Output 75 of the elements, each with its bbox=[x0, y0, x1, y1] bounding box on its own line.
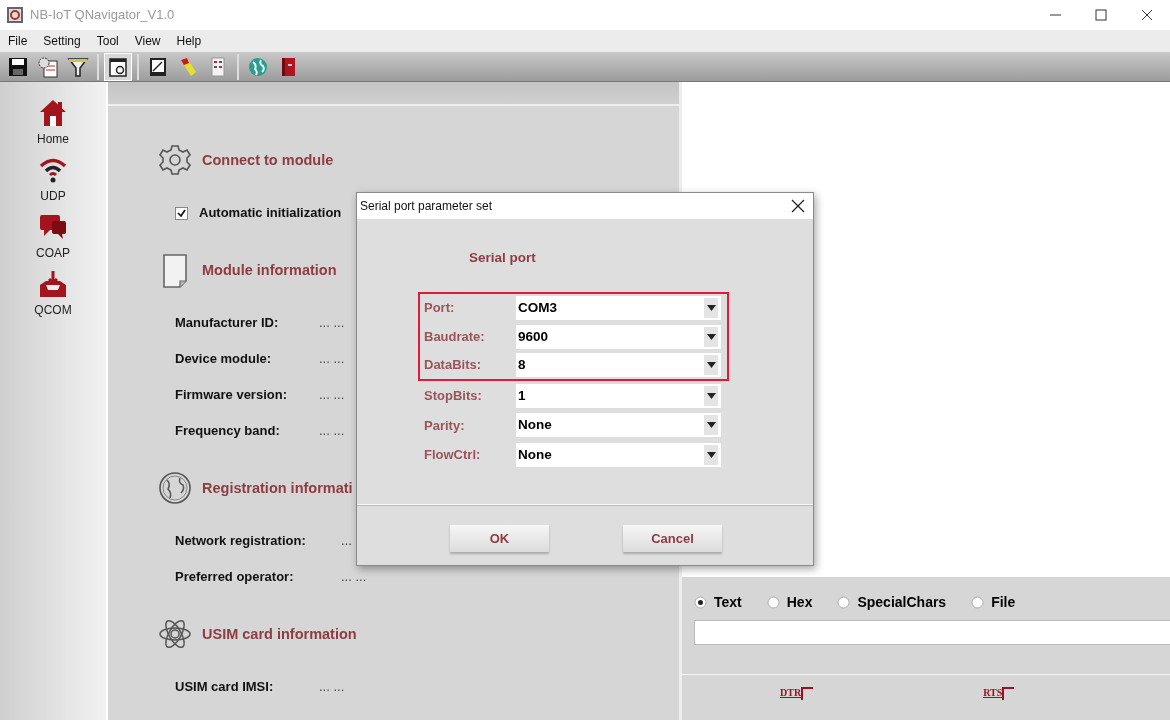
signal-toggle[interactable]: DTR bbox=[780, 685, 814, 700]
dropdown-arrow-icon bbox=[706, 422, 716, 429]
funnel-icon bbox=[67, 55, 89, 78]
minimize-icon bbox=[1049, 14, 1061, 16]
radio-option[interactable]: Hex bbox=[766, 591, 813, 613]
field-value: ... ... bbox=[319, 314, 345, 333]
field-label: Baudrate: bbox=[424, 327, 486, 346]
dialog-heading: Serial port bbox=[469, 249, 537, 267]
field-label: Preferred operator: bbox=[175, 568, 295, 587]
field-label: Device module: bbox=[175, 350, 273, 369]
dropdown[interactable]: None bbox=[516, 443, 721, 467]
field-value: ... ... bbox=[341, 568, 367, 587]
dialog-button[interactable]: Cancel bbox=[623, 524, 722, 552]
field-label: Network registration: bbox=[175, 532, 307, 551]
section-title: Connect to module bbox=[202, 151, 334, 171]
dropdown-arrow-icon bbox=[706, 362, 716, 369]
field-label: FlowCtrl: bbox=[424, 446, 482, 465]
sidebar-item[interactable]: COAP bbox=[36, 212, 70, 262]
dialog-button[interactable]: OK bbox=[450, 524, 549, 552]
menu-item[interactable]: File bbox=[0, 30, 36, 52]
dropdown-arrow-icon bbox=[706, 452, 716, 458]
sidebar-item[interactable]: Home bbox=[37, 98, 69, 148]
signal-toggle[interactable]: RTS bbox=[983, 685, 1015, 700]
dropdown-arrow-icon bbox=[706, 333, 716, 340]
field-label: StopBits: bbox=[424, 387, 483, 406]
section-title: USIM card information bbox=[202, 625, 357, 645]
radio-option[interactable]: SpecialChars bbox=[837, 591, 947, 613]
field-label: Firmware version: bbox=[175, 386, 288, 405]
field-label: Frequency band: bbox=[175, 422, 281, 441]
section-title: Registration informati bbox=[202, 479, 353, 499]
radio-option[interactable]: File bbox=[971, 591, 1016, 613]
dropdown[interactable]: COM3 bbox=[516, 296, 721, 321]
close-icon bbox=[791, 199, 805, 213]
dropdown[interactable]: None bbox=[516, 413, 721, 438]
send-input[interactable] bbox=[694, 620, 1170, 645]
save-icon bbox=[7, 55, 29, 78]
field-label: Manufacturer ID: bbox=[175, 314, 280, 333]
gear-document-icon bbox=[37, 55, 59, 78]
maximize-icon bbox=[1092, 7, 1110, 23]
menu-item[interactable]: View bbox=[126, 30, 169, 52]
globe-icon bbox=[247, 55, 269, 78]
dropdown[interactable]: 1 bbox=[516, 383, 721, 408]
radio-option[interactable]: Text bbox=[694, 591, 742, 613]
menu-item[interactable]: Setting bbox=[35, 30, 89, 52]
field-value: ... ... bbox=[319, 422, 345, 441]
refresh-document-icon bbox=[107, 55, 129, 78]
field-label: Port: bbox=[424, 299, 456, 318]
inbox-icon bbox=[38, 269, 68, 299]
field-label: DataBits: bbox=[424, 356, 483, 375]
checkbox[interactable] bbox=[175, 206, 188, 220]
section-title: Module information bbox=[202, 261, 337, 281]
menu-item[interactable]: Help bbox=[168, 30, 210, 52]
checkbox-label: Automatic initialization bbox=[199, 204, 342, 223]
edit-document-icon bbox=[147, 55, 169, 78]
globe-icon bbox=[158, 471, 192, 507]
step-line-icon bbox=[1002, 686, 1015, 700]
field-value: ... bbox=[341, 532, 352, 551]
house-icon bbox=[38, 98, 68, 128]
field-value: ... ... bbox=[319, 386, 345, 405]
dialog-title: Serial port parameter set bbox=[360, 198, 493, 215]
field-value: ... ... bbox=[319, 350, 345, 369]
toolbar-button[interactable] bbox=[104, 52, 132, 81]
sidebar-item[interactable]: QCOM bbox=[34, 269, 72, 319]
dropdown-arrow-icon bbox=[706, 305, 716, 312]
step-line-icon bbox=[801, 686, 814, 700]
field-label: Parity: bbox=[424, 416, 466, 435]
field-label: USIM card IMSI: bbox=[175, 678, 275, 697]
menu-item[interactable]: Tool bbox=[88, 30, 127, 52]
dropdown[interactable]: 8 bbox=[516, 353, 721, 378]
dropdown[interactable]: 9600 bbox=[516, 324, 721, 349]
sidebar-item[interactable]: UDP bbox=[38, 155, 68, 205]
field-value: ... ... bbox=[319, 678, 345, 697]
app-logo bbox=[6, 6, 24, 24]
window-title: NB-IoT QNavigator_V1.0 bbox=[30, 6, 175, 25]
dropdown-arrow-icon bbox=[706, 392, 716, 399]
